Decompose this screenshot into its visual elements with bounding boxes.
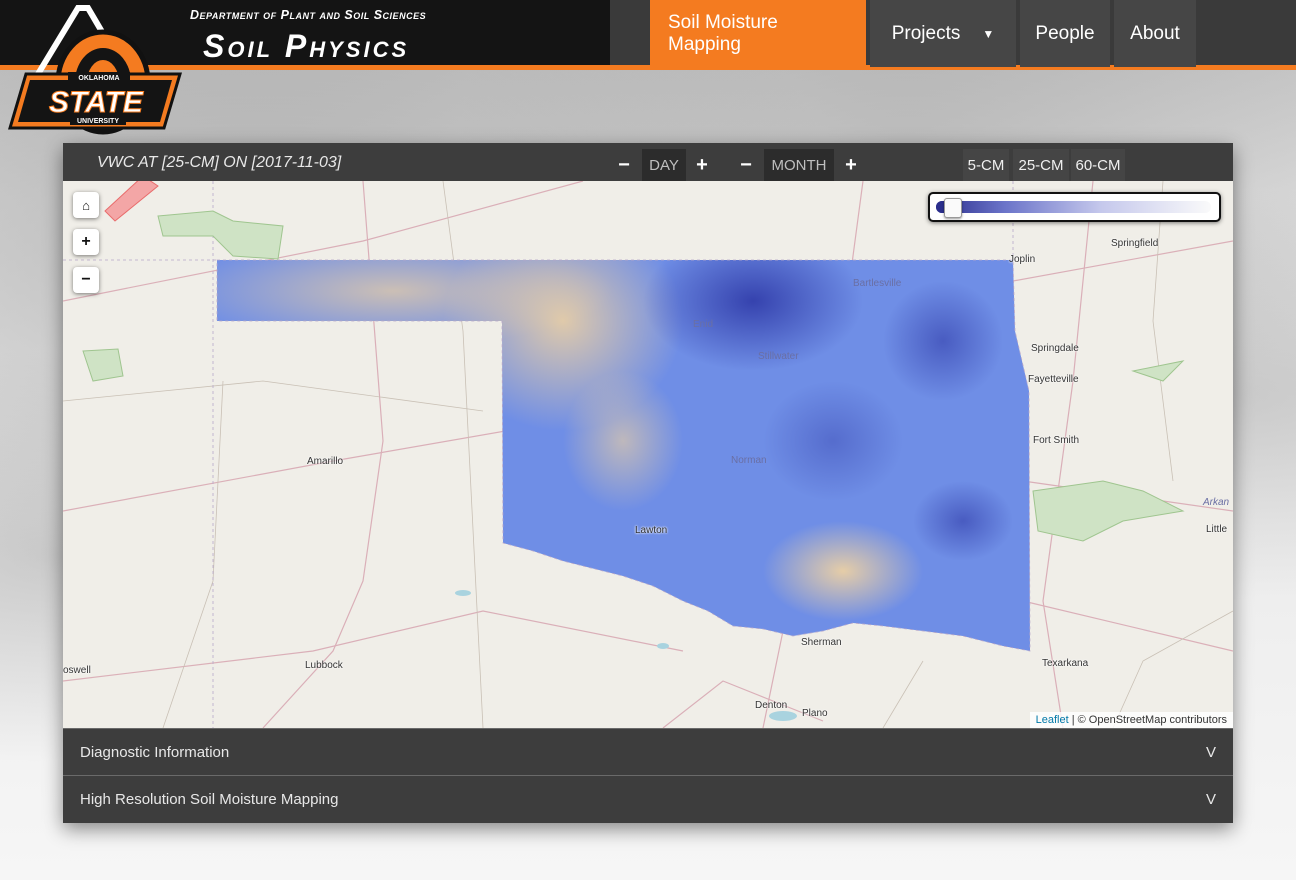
depth-60cm-button[interactable]: 60-CM — [1071, 149, 1125, 181]
zoom-out-button[interactable]: − — [73, 267, 99, 293]
map-city-label: Amarillo — [307, 456, 344, 467]
map-city-label: Bartlesville — [853, 278, 902, 289]
map-city-label: Lawton — [635, 525, 668, 536]
map-city-label: Fayetteville — [1028, 374, 1079, 385]
day-label: DAY — [642, 149, 686, 181]
map-city-label: Denton — [755, 700, 788, 711]
chevron-down-icon: V — [1205, 791, 1216, 808]
month-increment-button[interactable]: + — [838, 149, 864, 181]
map-city-label: Stillwater — [758, 351, 799, 362]
osu-logo[interactable]: OKLAHOMA STATE UNIVERSITY — [7, 4, 188, 136]
legend-gradient — [936, 201, 1211, 213]
map-city-label: Springdale — [1031, 343, 1079, 354]
map-panel: VWC AT [25-CM] ON [2017-11-03] − DAY + −… — [63, 143, 1233, 823]
accordion-diagnostic-information[interactable]: Diagnostic Information V — [63, 728, 1233, 775]
nav-about[interactable]: About — [1114, 0, 1196, 67]
map-city-label: oswell — [63, 665, 91, 676]
month-label: MONTH — [764, 149, 834, 181]
map-city-label: Norman — [731, 455, 767, 466]
day-increment-button[interactable]: + — [689, 149, 715, 181]
accordion-label: High Resolution Soil Moisture Mapping — [80, 791, 339, 808]
map-city-label: Lubbock — [305, 660, 343, 671]
zoom-in-button[interactable]: + — [73, 229, 99, 255]
legend-slider[interactable] — [928, 192, 1221, 222]
main-nav: Soil Moisture Mapping Projects ▼ People … — [610, 0, 1196, 67]
nav-label: About — [1130, 22, 1180, 44]
map-city-label: Texarkana — [1042, 658, 1089, 669]
leaflet-link[interactable]: Leaflet — [1036, 714, 1069, 726]
soil-moisture-map[interactable]: Springfield Joplin Bartlesville Enid Sti… — [63, 181, 1233, 728]
legend-slider-handle[interactable] — [943, 198, 962, 218]
nav-label: People — [1035, 22, 1095, 44]
map-city-label: Arkan — [1203, 497, 1230, 508]
accordion-high-resolution-mapping[interactable]: High Resolution Soil Moisture Mapping V — [63, 775, 1233, 823]
nav-projects[interactable]: Projects ▼ — [870, 0, 1016, 67]
logo-top-text: OKLAHOMA — [78, 75, 119, 82]
nav-label: Soil Moisture Mapping — [668, 11, 778, 55]
nav-people[interactable]: People — [1020, 0, 1110, 67]
unit-title[interactable]: Soil Physics — [203, 28, 409, 65]
logo-main-text: STATE — [49, 86, 144, 119]
map-city-label: Plano — [802, 708, 828, 719]
department-name: Department of Plant and Soil Sciences — [190, 8, 427, 22]
nav-label: Projects — [891, 22, 961, 44]
depth-5cm-button[interactable]: 5-CM — [963, 149, 1009, 181]
home-icon[interactable]: ⌂ — [73, 192, 99, 218]
map-city-label: Joplin — [1009, 254, 1036, 265]
month-decrement-button[interactable]: − — [733, 149, 759, 181]
map-city-label: Little — [1206, 524, 1228, 535]
chevron-down-icon: V — [1205, 744, 1216, 761]
map-city-label: Fort Smith — [1033, 435, 1080, 446]
map-toolbar: VWC AT [25-CM] ON [2017-11-03] − DAY + −… — [63, 143, 1233, 181]
caret-down-icon: ▼ — [982, 26, 995, 41]
map-city-label: Springfield — [1111, 238, 1159, 249]
site-header: Department of Plant and Soil Sciences So… — [0, 0, 1296, 70]
map-canvas — [63, 181, 1233, 728]
logo-bottom-text: UNIVERSITY — [77, 118, 119, 125]
attribution-text: | © OpenStreetMap contributors — [1068, 714, 1227, 726]
map-city-label: Enid — [693, 319, 714, 330]
map-city-label: Sherman — [801, 637, 842, 648]
accordion-label: Diagnostic Information — [80, 744, 230, 761]
nav-soil-moisture-mapping[interactable]: Soil Moisture Mapping — [650, 0, 866, 67]
map-title: VWC AT [25-CM] ON [2017-11-03] — [97, 154, 342, 171]
map-attribution: Leaflet | © OpenStreetMap contributors — [1029, 712, 1233, 728]
depth-25cm-button[interactable]: 25-CM — [1013, 149, 1069, 181]
day-decrement-button[interactable]: − — [611, 149, 637, 181]
